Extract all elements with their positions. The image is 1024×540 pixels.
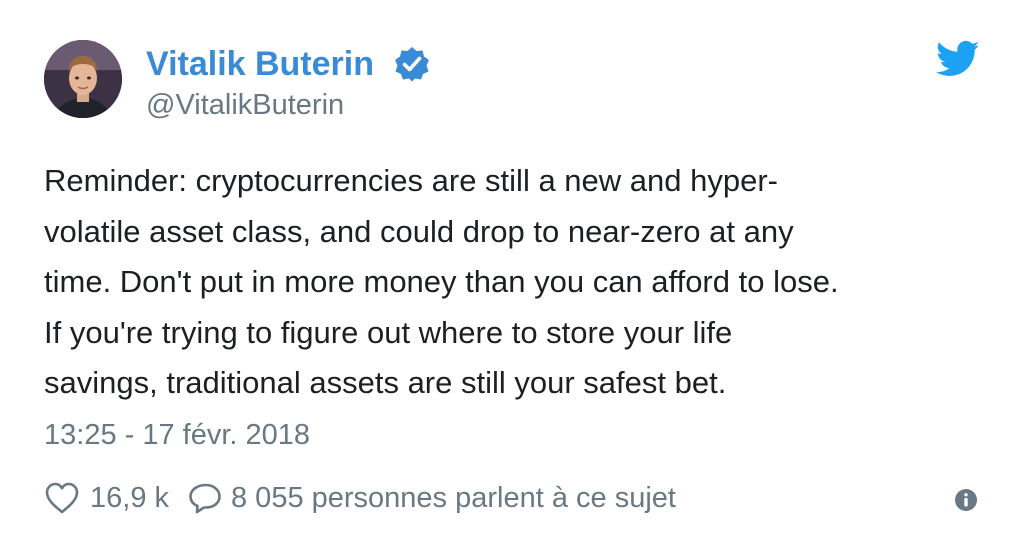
like-button[interactable]: 16,9 k xyxy=(44,481,169,515)
tweet-text-line: volatile asset class, and could drop to … xyxy=(44,213,794,249)
info-icon[interactable] xyxy=(954,488,978,512)
tweet-text-line: time. Don't put in more money than you c… xyxy=(44,264,839,299)
tweet-text-line: Reminder: cryptocurrencies are still a n… xyxy=(44,163,778,198)
tweet-actions: 16,9 k 8 055 personnes parlent à ce suje… xyxy=(44,478,676,518)
tweet-card: Vitalik Buterin @VitalikButerin Reminder… xyxy=(0,0,1024,540)
twitter-bird-icon[interactable] xyxy=(936,40,980,78)
author-handle[interactable]: @VitalikButerin xyxy=(146,88,344,122)
like-count: 16,9 k xyxy=(90,482,169,514)
author-name[interactable]: Vitalik Buterin xyxy=(146,44,374,84)
tweet-timestamp[interactable]: 13:25 - 17 févr. 2018 xyxy=(44,418,310,452)
speech-bubble-icon xyxy=(189,483,221,514)
tweet-text: Reminder: cryptocurrencies are still a n… xyxy=(44,156,984,409)
conversation-text: 8 055 personnes parlent à ce sujet xyxy=(231,482,676,514)
heart-icon xyxy=(45,482,79,514)
tweet-text-line: savings, traditional assets are still yo… xyxy=(44,365,727,400)
conversation-link[interactable]: 8 055 personnes parlent à ce sujet xyxy=(187,481,676,515)
avatar-image xyxy=(44,40,122,118)
verified-badge-icon xyxy=(395,47,429,82)
tweet-text-line: If you're trying to figure out where to … xyxy=(44,314,733,350)
avatar[interactable] xyxy=(44,40,122,118)
